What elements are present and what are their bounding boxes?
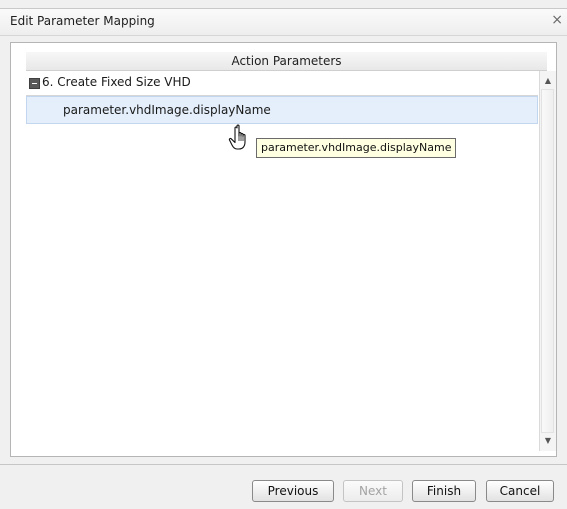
close-icon[interactable]: × bbox=[551, 12, 563, 28]
next-button[interactable]: Next bbox=[343, 480, 403, 502]
finish-button[interactable]: Finish bbox=[412, 480, 476, 502]
parameter-label: parameter.vhdImage.displayName bbox=[63, 103, 271, 117]
footer-divider bbox=[0, 464, 567, 465]
group-label: 6. Create Fixed Size VHD bbox=[42, 75, 191, 89]
previous-button[interactable]: Previous bbox=[252, 480, 334, 502]
hand-pointer-icon bbox=[228, 124, 246, 150]
group-row-create-fixed-size-vhd[interactable]: 6. Create Fixed Size VHD bbox=[26, 71, 538, 96]
dialog-titlebar: Edit Parameter Mapping × bbox=[0, 8, 567, 36]
column-header-action-parameters[interactable]: Action Parameters bbox=[26, 52, 547, 71]
collapse-minus-icon[interactable] bbox=[29, 78, 40, 89]
scrollbar-track[interactable] bbox=[541, 89, 554, 433]
vertical-scrollbar[interactable]: ▲ ▼ bbox=[539, 71, 556, 451]
cancel-button[interactable]: Cancel bbox=[486, 480, 554, 502]
edit-parameter-mapping-dialog: Edit Parameter Mapping × Action Paramete… bbox=[0, 0, 567, 509]
tooltip: parameter.vhdImage.displayName bbox=[256, 138, 457, 158]
scroll-up-icon[interactable]: ▲ bbox=[540, 73, 556, 89]
parameter-row[interactable]: parameter.vhdImage.displayName bbox=[26, 96, 538, 124]
scroll-down-icon[interactable]: ▼ bbox=[540, 433, 556, 449]
dialog-title: Edit Parameter Mapping bbox=[10, 14, 155, 28]
